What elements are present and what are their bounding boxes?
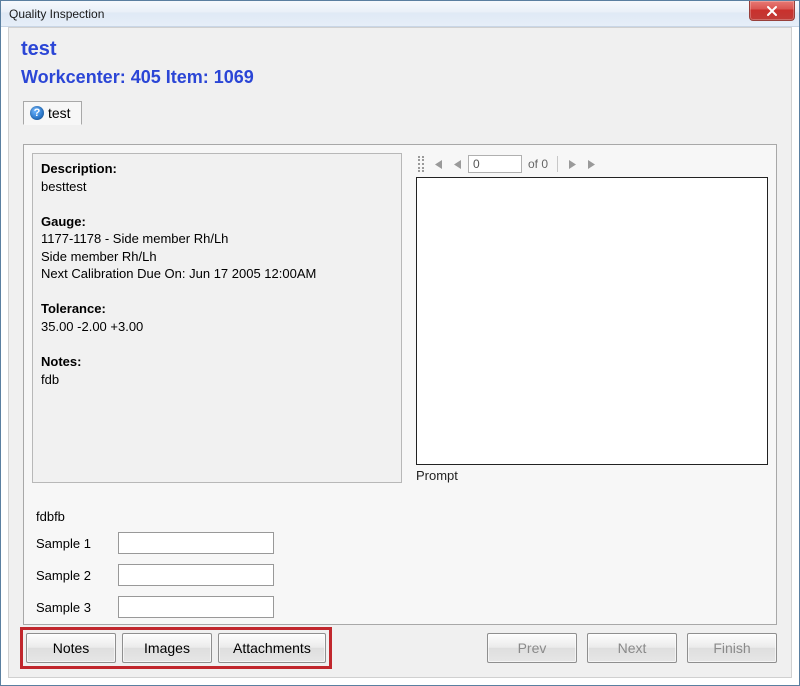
- sample-row: Sample 2: [36, 564, 768, 586]
- sample-label: Sample 2: [36, 568, 106, 583]
- sample-label: Sample 1: [36, 536, 106, 551]
- header-block: test Workcenter: 405 Item: 1069: [9, 28, 791, 94]
- page-number-input[interactable]: [468, 155, 522, 173]
- attachments-button[interactable]: Attachments: [218, 633, 326, 663]
- finish-button[interactable]: Finish: [687, 633, 777, 663]
- tabstrip: ? test: [23, 100, 791, 124]
- tab-panel: Description: besttest Gauge: 1177-1178 -…: [23, 144, 777, 625]
- images-button[interactable]: Images: [122, 633, 212, 663]
- app-window: Quality Inspection test Workcenter: 405 …: [0, 0, 800, 686]
- page-subtitle: Workcenter: 405 Item: 1069: [21, 67, 779, 88]
- highlighted-button-group: Notes Images Attachments: [23, 630, 329, 666]
- extra-text: fdbfb: [36, 509, 768, 524]
- close-icon: [766, 5, 778, 17]
- sample-row: Sample 3: [36, 596, 768, 618]
- description-panel: Description: besttest Gauge: 1177-1178 -…: [32, 153, 402, 483]
- prev-page-button[interactable]: [448, 155, 466, 173]
- gauge-line3: Next Calibration Due On: Jun 17 2005 12:…: [41, 265, 393, 283]
- bottom-bar: Notes Images Attachments Prev Next Finis…: [23, 629, 777, 667]
- notes-value: fdb: [41, 371, 393, 389]
- image-pager: of 0: [416, 153, 768, 175]
- tolerance-label: Tolerance:: [41, 301, 106, 316]
- samples-block: Sample 1 Sample 2 Sample 3: [36, 532, 768, 618]
- first-page-button[interactable]: [428, 155, 446, 173]
- prompt-image-area: [416, 177, 768, 465]
- gauge-line2: Side member Rh/Lh: [41, 248, 393, 266]
- nav-button-group: Prev Next Finish: [487, 633, 777, 663]
- tolerance-value: 35.00 -2.00 +3.00: [41, 318, 393, 336]
- close-button[interactable]: [749, 1, 795, 21]
- client-area: test Workcenter: 405 Item: 1069 ? test D…: [8, 27, 792, 678]
- sample-2-input[interactable]: [118, 564, 274, 586]
- gauge-label: Gauge:: [41, 214, 86, 229]
- description-label: Description:: [41, 161, 117, 176]
- sample-label: Sample 3: [36, 600, 106, 615]
- next-page-button[interactable]: [563, 155, 581, 173]
- prompt-column: of 0 Prompt: [416, 153, 768, 483]
- page-title: test: [21, 38, 779, 61]
- sample-3-input[interactable]: [118, 596, 274, 618]
- grip-icon[interactable]: [418, 156, 424, 172]
- tab-test[interactable]: ? test: [23, 101, 82, 125]
- notes-button[interactable]: Notes: [26, 633, 116, 663]
- upper-columns: Description: besttest Gauge: 1177-1178 -…: [32, 153, 768, 483]
- description-value: besttest: [41, 178, 393, 196]
- pager-separator: [557, 156, 558, 172]
- sample-1-input[interactable]: [118, 532, 274, 554]
- tab-label: test: [48, 105, 71, 121]
- page-of-label: of 0: [528, 157, 548, 171]
- next-button[interactable]: Next: [587, 633, 677, 663]
- titlebar[interactable]: Quality Inspection: [1, 1, 799, 27]
- prev-button[interactable]: Prev: [487, 633, 577, 663]
- help-icon: ?: [30, 106, 44, 120]
- window-title: Quality Inspection: [9, 7, 104, 21]
- notes-label: Notes:: [41, 354, 81, 369]
- sample-row: Sample 1: [36, 532, 768, 554]
- last-page-button[interactable]: [583, 155, 601, 173]
- gauge-line1: 1177-1178 - Side member Rh/Lh: [41, 230, 393, 248]
- prompt-label: Prompt: [416, 468, 768, 483]
